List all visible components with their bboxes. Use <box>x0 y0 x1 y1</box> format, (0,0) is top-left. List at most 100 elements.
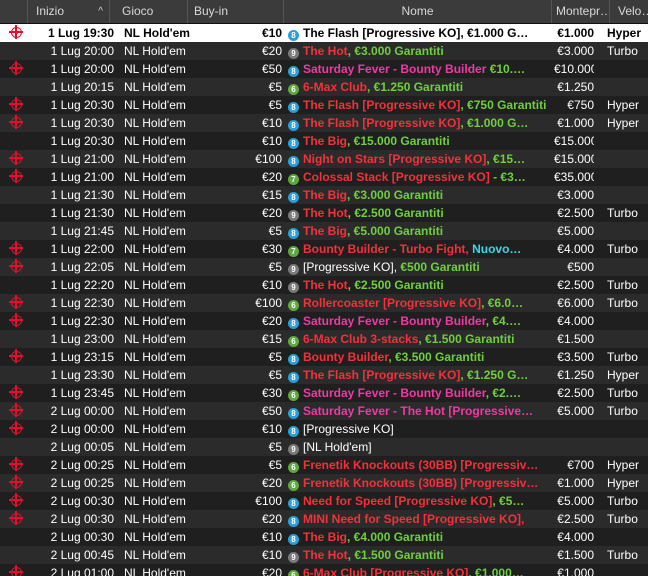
tournament-name-cell[interactable]: 8 The Flash [Progressive KO], €1.000 G… <box>288 114 552 132</box>
table-row[interactable]: 1 Lug 22:20 NL Hold'em €10 9 The Hot, €2.500… <box>0 276 648 294</box>
table-row[interactable]: 2 Lug 01:00 NL Hold'em €20 6 6-Max Club [Pro… <box>0 564 648 576</box>
tournament-name-cell[interactable]: 8 Saturday Fever - The Hot [Progressive… <box>288 402 552 420</box>
tournament-name-cell[interactable]: 8 The Big, €4.000 Garantiti <box>288 528 552 546</box>
tournament-name-cell[interactable]: 6 Saturday Fever - Bounty Builder, €2.… <box>288 384 552 402</box>
registration-cell[interactable] <box>0 114 28 132</box>
tournament-name-cell[interactable]: 8 The Big, €3.000 Garantiti <box>288 186 552 204</box>
tournament-name-cell[interactable]: 8 Night on Stars [Progressive KO], €15… <box>288 150 552 168</box>
tournament-name-cell[interactable]: 6 6-Max Club, €1.250 Garantiti <box>288 78 552 96</box>
registration-cell[interactable] <box>0 510 28 528</box>
table-row[interactable]: 1 Lug 20:15 NL Hold'em €5 6 6-Max Club, €1.2… <box>0 78 648 96</box>
registration-cell[interactable] <box>0 330 28 348</box>
table-row[interactable]: 1 Lug 21:45 NL Hold'em €5 8 The Big, €5.000 … <box>0 222 648 240</box>
tournament-name-cell[interactable]: 9 The Hot, €2.500 Garantiti <box>288 276 552 294</box>
tournament-name-cell[interactable]: 9 [Progressive KO], €500 Garantiti <box>288 258 552 276</box>
table-row[interactable]: 1 Lug 20:30 NL Hold'em €10 8 The Big, €15.00… <box>0 132 648 150</box>
registration-cell[interactable] <box>0 240 28 258</box>
registration-cell[interactable] <box>0 528 28 546</box>
column-header-start[interactable]: Inizio ^ <box>28 0 110 23</box>
table-row[interactable]: 1 Lug 19:30 NL Hold'em €10 8 The Flash [Prog… <box>0 24 648 42</box>
registration-cell[interactable] <box>0 492 28 510</box>
registration-cell[interactable] <box>0 474 28 492</box>
tournament-name-cell[interactable]: 8 Need for Speed [Progressive KO], €5… <box>288 492 552 510</box>
icon-column-header[interactable] <box>0 0 28 23</box>
table-row[interactable]: 1 Lug 21:00 NL Hold'em €20 7 Colossal Stack … <box>0 168 648 186</box>
table-row[interactable]: 2 Lug 00:45 NL Hold'em €10 9 The Hot, €1.500… <box>0 546 648 564</box>
table-row[interactable]: 1 Lug 23:45 NL Hold'em €30 6 Saturday Fever … <box>0 384 648 402</box>
table-row[interactable]: 1 Lug 21:30 NL Hold'em €15 8 The Big, €3.000… <box>0 186 648 204</box>
tournament-name-cell[interactable]: 8 MINI Need for Speed [Progressive KO], <box>288 510 552 528</box>
registration-cell[interactable] <box>0 150 28 168</box>
tournament-name-cell[interactable]: 6 Frenetik Knockouts (30BB) [Progressiv… <box>288 474 552 492</box>
column-header-prizepool[interactable]: Montepr… <box>552 0 610 23</box>
registration-cell[interactable] <box>0 186 28 204</box>
tournament-name-cell[interactable]: 8 [Progressive KO] <box>288 420 552 438</box>
registration-cell[interactable] <box>0 366 28 384</box>
registration-cell[interactable] <box>0 438 28 456</box>
column-header-buyin[interactable]: Buy-in <box>188 0 284 23</box>
registration-cell[interactable] <box>0 60 28 78</box>
tournament-name-cell[interactable]: 8 Bounty Builder, €3.500 Garantiti <box>288 348 552 366</box>
registration-cell[interactable] <box>0 42 28 60</box>
table-row[interactable]: 2 Lug 00:25 NL Hold'em €20 6 Frenetik Knocko… <box>0 474 648 492</box>
registration-cell[interactable] <box>0 564 28 576</box>
column-header-name[interactable]: Nome <box>284 0 552 23</box>
table-row[interactable]: 2 Lug 00:30 NL Hold'em €100 8 Need for Speed… <box>0 492 648 510</box>
registration-cell[interactable] <box>0 294 28 312</box>
table-row[interactable]: 1 Lug 22:00 NL Hold'em €30 7 Bounty Builder … <box>0 240 648 258</box>
registration-cell[interactable] <box>0 420 28 438</box>
table-row[interactable]: 1 Lug 23:00 NL Hold'em €15 6 6-Max Club 3-st… <box>0 330 648 348</box>
table-row[interactable]: 2 Lug 00:05 NL Hold'em €5 9 [NL Hold'em] <box>0 438 648 456</box>
tournament-name-cell[interactable]: 7 Bounty Builder - Turbo Fight, Nuovo… <box>288 240 552 258</box>
table-row[interactable]: 2 Lug 00:00 NL Hold'em €10 8 [Progressive KO… <box>0 420 648 438</box>
tournament-name-cell[interactable]: 8 Saturday Fever - Bounty Builder, €4.… <box>288 312 552 330</box>
tournament-name-cell[interactable]: 8 The Flash [Progressive KO], €750 Garant… <box>288 96 552 114</box>
tournament-name-cell[interactable]: 9 [NL Hold'em] <box>288 438 552 456</box>
table-row[interactable]: 2 Lug 00:25 NL Hold'em €5 6 Frenetik Knockou… <box>0 456 648 474</box>
registration-cell[interactable] <box>0 384 28 402</box>
registration-cell[interactable] <box>0 222 28 240</box>
table-row[interactable]: 1 Lug 23:15 NL Hold'em €5 8 Bounty Builder, … <box>0 348 648 366</box>
tournament-name-cell[interactable]: 8 The Flash [Progressive KO], €1.250 G… <box>288 366 552 384</box>
tournament-name-cell[interactable]: 6 6-Max Club 3-stacks, €1.500 Garantiti <box>288 330 552 348</box>
registration-cell[interactable] <box>0 78 28 96</box>
registration-cell[interactable] <box>0 402 28 420</box>
table-row[interactable]: 1 Lug 21:00 NL Hold'em €100 8 Night on Stars… <box>0 150 648 168</box>
tournament-name-cell[interactable]: 9 The Hot, €1.500 Garantiti <box>288 546 552 564</box>
registration-cell[interactable] <box>0 348 28 366</box>
tournament-name-cell[interactable]: 9 The Hot, €2.500 Garantiti <box>288 204 552 222</box>
tournament-name-cell[interactable]: 6 Frenetik Knockouts (30BB) [Progressiv… <box>288 456 552 474</box>
table-row[interactable]: 2 Lug 00:30 NL Hold'em €20 8 MINI Need for S… <box>0 510 648 528</box>
column-header-speed[interactable]: Velo… <box>610 0 648 23</box>
registration-cell[interactable] <box>0 24 28 42</box>
table-row[interactable]: 1 Lug 22:05 NL Hold'em €5 9 [Progressive KO]… <box>0 258 648 276</box>
table-row[interactable]: 2 Lug 00:30 NL Hold'em €10 8 The Big, €4.000… <box>0 528 648 546</box>
tournament-name-cell[interactable]: 6 6-Max Club [Progressive KO], €1.000… <box>288 564 552 576</box>
tournament-name-cell[interactable]: 8 Saturday Fever - Bounty Builder €10.… <box>288 60 552 78</box>
table-row[interactable]: 1 Lug 22:30 NL Hold'em €20 8 Saturday Fever … <box>0 312 648 330</box>
tournament-name-cell[interactable]: 8 The Big, €5.000 Garantiti <box>288 222 552 240</box>
registration-cell[interactable] <box>0 96 28 114</box>
table-row[interactable]: 1 Lug 20:30 NL Hold'em €10 8 The Flash [Prog… <box>0 114 648 132</box>
tournament-name-cell[interactable]: 7 Colossal Stack [Progressive KO] - €3… <box>288 168 552 186</box>
table-row[interactable]: 1 Lug 20:00 NL Hold'em €50 8 Saturday Fever … <box>0 60 648 78</box>
registration-cell[interactable] <box>0 276 28 294</box>
table-row[interactable]: 1 Lug 22:30 NL Hold'em €100 6 Rollercoaster … <box>0 294 648 312</box>
registration-cell[interactable] <box>0 258 28 276</box>
tournament-name-cell[interactable]: 9 The Hot, €3.000 Garantiti <box>288 42 552 60</box>
registration-cell[interactable] <box>0 132 28 150</box>
registration-cell[interactable] <box>0 204 28 222</box>
registration-cell[interactable] <box>0 456 28 474</box>
registration-cell[interactable] <box>0 168 28 186</box>
table-row[interactable]: 1 Lug 20:30 NL Hold'em €5 8 The Flash [Progr… <box>0 96 648 114</box>
tournament-name-cell[interactable]: 8 The Big, €15.000 Garantiti <box>288 132 552 150</box>
tournament-name-cell[interactable]: 8 The Flash [Progressive KO], €1.000 G… <box>288 24 552 42</box>
registration-cell[interactable] <box>0 546 28 564</box>
tournament-name-cell[interactable]: 6 Rollercoaster [Progressive KO], €6.0… <box>288 294 552 312</box>
table-row[interactable]: 1 Lug 20:00 NL Hold'em €20 9 The Hot, €3.000… <box>0 42 648 60</box>
table-row[interactable]: 1 Lug 21:30 NL Hold'em €20 9 The Hot, €2.500… <box>0 204 648 222</box>
table-row[interactable]: 2 Lug 00:00 NL Hold'em €50 8 Saturday Fever … <box>0 402 648 420</box>
column-header-game[interactable]: Gioco <box>110 0 188 23</box>
table-row[interactable]: 1 Lug 23:30 NL Hold'em €5 8 The Flash [Progr… <box>0 366 648 384</box>
registration-cell[interactable] <box>0 312 28 330</box>
